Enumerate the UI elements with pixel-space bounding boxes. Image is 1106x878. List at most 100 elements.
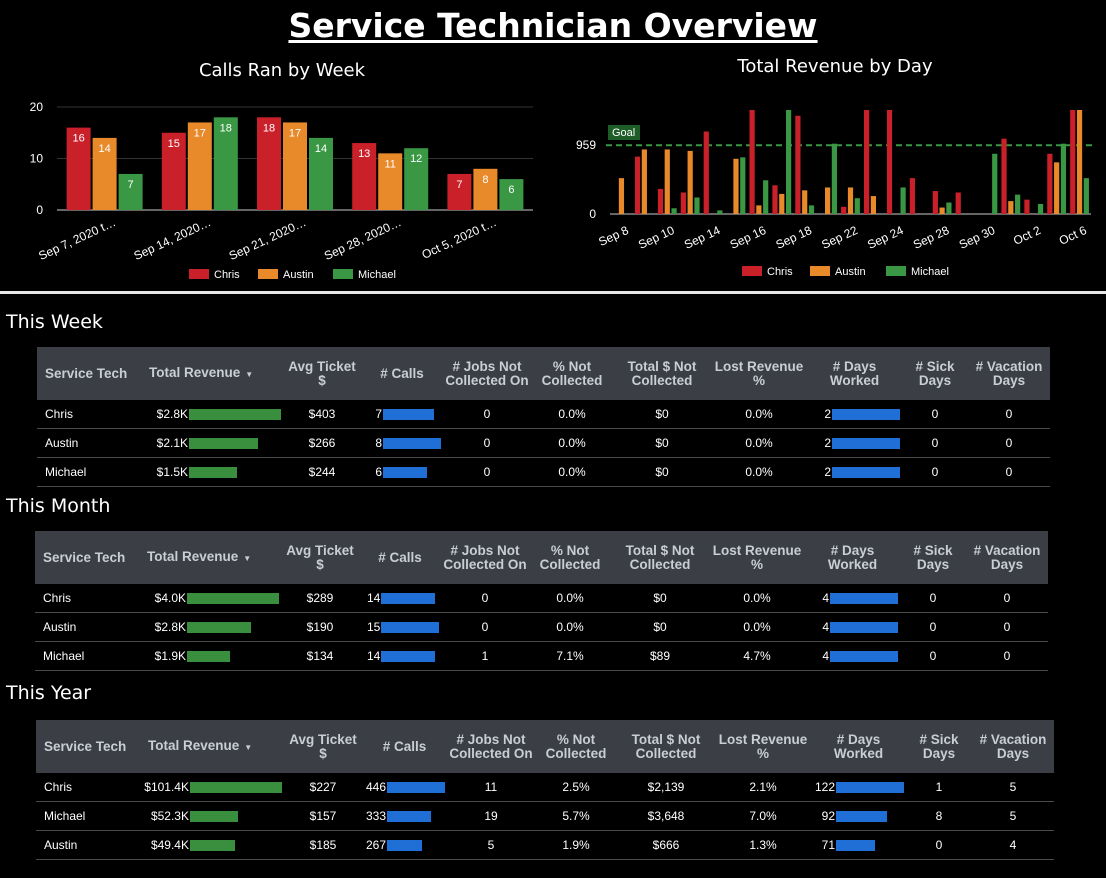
data-label: 14 bbox=[315, 143, 327, 155]
bar-austin[interactable] bbox=[1076, 110, 1083, 214]
bar-chris[interactable] bbox=[886, 110, 893, 214]
bar-chris[interactable] bbox=[932, 191, 938, 214]
column-header[interactable]: Avg Ticket $ bbox=[284, 720, 362, 773]
column-header[interactable]: Total $ Not Collected bbox=[617, 720, 715, 773]
table-row[interactable]: Michael $52.3K $157 333 19 5.7% $3,648 7.0% 92 8 5 bbox=[36, 801, 1054, 831]
table-row[interactable]: Chris $2.8K $403 7 0 0.0% $0 0.0% 2 0 0 bbox=[37, 400, 1050, 429]
bar-michael[interactable] bbox=[992, 153, 998, 214]
column-header[interactable]: # Vacation Days bbox=[968, 347, 1050, 400]
bar-chris[interactable] bbox=[1024, 199, 1030, 214]
column-header[interactable]: # Jobs Not Collected On bbox=[447, 720, 535, 773]
bar-michael[interactable] bbox=[854, 198, 860, 214]
bar-michael[interactable] bbox=[1060, 143, 1067, 214]
bar-austin[interactable] bbox=[824, 187, 831, 214]
bar-austin[interactable] bbox=[756, 205, 762, 214]
bar-chris[interactable] bbox=[680, 192, 686, 214]
column-header[interactable]: Service Tech bbox=[35, 531, 139, 584]
column-header[interactable]: # Jobs Not Collected On bbox=[441, 531, 529, 584]
column-header[interactable]: # Sick Days bbox=[906, 720, 972, 773]
column-header[interactable]: # Sick Days bbox=[900, 531, 966, 584]
bar-michael[interactable] bbox=[1083, 178, 1089, 214]
bar-austin[interactable] bbox=[939, 207, 945, 214]
bar-chris[interactable] bbox=[864, 110, 870, 214]
sort-desc-icon[interactable]: ▼ bbox=[243, 554, 251, 563]
column-header-label: # Jobs Not Collected On bbox=[445, 358, 529, 388]
table-row[interactable]: Austin $49.4K $185 267 5 1.9% $666 1.3% 71 0 4 bbox=[36, 830, 1054, 860]
bar-austin[interactable] bbox=[733, 158, 739, 214]
bar-austin[interactable] bbox=[779, 193, 785, 214]
bar-michael[interactable] bbox=[946, 202, 952, 214]
column-header[interactable]: Total Revenue ▼ bbox=[139, 531, 281, 584]
column-header[interactable]: Service Tech bbox=[36, 720, 140, 773]
column-header[interactable]: % Not Collected bbox=[531, 347, 613, 400]
column-header[interactable]: # Calls bbox=[359, 531, 441, 584]
column-header[interactable]: # Days Worked bbox=[805, 531, 900, 584]
column-header-label: # Jobs Not Collected On bbox=[443, 542, 527, 572]
bar-chris[interactable] bbox=[909, 178, 916, 214]
column-header[interactable]: Total Revenue ▼ bbox=[140, 720, 284, 773]
bar-chris[interactable] bbox=[955, 192, 961, 214]
bar-austin[interactable] bbox=[618, 178, 625, 214]
column-header[interactable]: Lost Revenue % bbox=[711, 347, 807, 400]
table-row[interactable]: Austin $2.8K $190 15 0 0.0% $0 0.0% 4 0 0 bbox=[35, 612, 1048, 642]
column-header[interactable]: # Calls bbox=[361, 347, 443, 400]
bar-chris[interactable] bbox=[841, 206, 847, 214]
bar-michael[interactable] bbox=[694, 197, 700, 214]
bar-austin[interactable] bbox=[847, 187, 854, 214]
bar-michael[interactable] bbox=[808, 205, 815, 214]
table-row[interactable]: Chris $4.0K $289 14 0 0.0% $0 0.0% 4 0 0 bbox=[35, 584, 1048, 613]
bar-michael[interactable] bbox=[671, 208, 677, 214]
bar-chris[interactable] bbox=[795, 115, 801, 214]
column-header[interactable]: Lost Revenue % bbox=[715, 720, 811, 773]
column-header[interactable]: # Days Worked bbox=[807, 347, 902, 400]
cell-revenue: $2.8K bbox=[139, 612, 281, 642]
bar-austin[interactable] bbox=[1054, 162, 1060, 214]
bar-austin[interactable] bbox=[687, 150, 693, 214]
column-header[interactable]: Avg Ticket $ bbox=[281, 531, 359, 584]
y-tick-label: 959 bbox=[576, 138, 596, 152]
bar-chris[interactable] bbox=[657, 188, 664, 214]
column-header-label: # Sick Days bbox=[913, 542, 953, 572]
bar-austin[interactable] bbox=[870, 196, 877, 214]
column-header-label: Service Tech bbox=[43, 549, 126, 565]
bar-austin[interactable] bbox=[664, 149, 670, 214]
column-header[interactable]: # Vacation Days bbox=[966, 531, 1048, 584]
column-header[interactable]: Total $ Not Collected bbox=[613, 347, 711, 400]
column-header[interactable]: Lost Revenue % bbox=[709, 531, 805, 584]
bar-chris[interactable] bbox=[634, 156, 641, 214]
column-header[interactable]: # Days Worked bbox=[811, 720, 906, 773]
table-row[interactable]: Michael $1.9K $134 14 1 7.1% $89 4.7% 4 0 0 bbox=[35, 641, 1048, 671]
column-header[interactable]: Total $ Not Collected bbox=[611, 531, 709, 584]
table-row[interactable]: Michael $1.5K $244 6 0 0.0% $0 0.0% 2 0 0 bbox=[37, 457, 1050, 487]
bar-michael[interactable] bbox=[831, 143, 837, 214]
bar-austin[interactable] bbox=[1008, 201, 1014, 214]
column-header[interactable]: # Vacation Days bbox=[972, 720, 1054, 773]
sort-desc-icon[interactable]: ▼ bbox=[245, 370, 253, 379]
bar-michael[interactable] bbox=[717, 210, 723, 214]
table-row[interactable]: Austin $2.1K $266 8 0 0.0% $0 0.0% 2 0 0 bbox=[37, 428, 1050, 458]
column-header[interactable]: Service Tech bbox=[37, 347, 141, 400]
bar-chris[interactable] bbox=[1070, 110, 1076, 214]
column-header[interactable]: # Jobs Not Collected On bbox=[443, 347, 531, 400]
bar-michael[interactable] bbox=[785, 110, 792, 214]
bar-austin[interactable] bbox=[802, 190, 808, 214]
bar-michael[interactable] bbox=[740, 157, 746, 214]
bar-chris[interactable] bbox=[703, 131, 709, 214]
bar-austin[interactable] bbox=[641, 149, 647, 214]
column-header[interactable]: % Not Collected bbox=[529, 531, 611, 584]
column-header[interactable]: # Sick Days bbox=[902, 347, 968, 400]
column-header[interactable]: % Not Collected bbox=[535, 720, 617, 773]
bar-chris[interactable] bbox=[1001, 138, 1007, 214]
bar-chris[interactable] bbox=[772, 185, 778, 214]
column-header[interactable]: Avg Ticket $ bbox=[283, 347, 361, 400]
bar-michael[interactable] bbox=[763, 180, 769, 214]
column-header[interactable]: Total Revenue ▼ bbox=[141, 347, 283, 400]
bar-michael[interactable] bbox=[900, 187, 906, 214]
bar-michael[interactable] bbox=[1015, 194, 1021, 214]
bar-michael[interactable] bbox=[1037, 203, 1044, 214]
bar-chris[interactable] bbox=[1047, 153, 1053, 214]
sort-desc-icon[interactable]: ▼ bbox=[244, 743, 252, 752]
column-header[interactable]: # Calls bbox=[362, 720, 447, 773]
table-row[interactable]: Chris $101.4K $227 446 11 2.5% $2,139 2.1% 122 1 5 bbox=[36, 773, 1054, 802]
bar-chris[interactable] bbox=[749, 110, 755, 214]
